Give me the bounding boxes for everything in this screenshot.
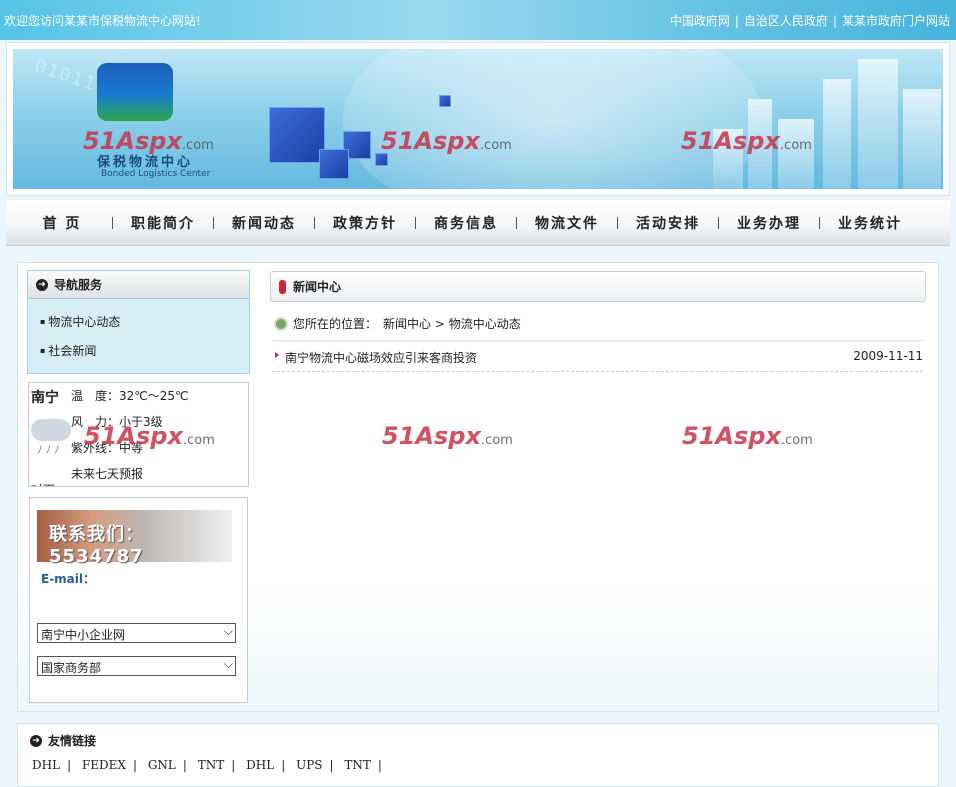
link-central-gov[interactable]: 中国政府网 xyxy=(670,14,730,28)
watermark: 51Aspx.com xyxy=(681,127,812,155)
breadcrumb-prefix: 您所在的位置： xyxy=(293,317,378,331)
weather-forecast-link[interactable]: 未来七天预报 xyxy=(71,465,143,482)
banner-frame: 0101101 保税物流中心 Bonded Logistics Center 5… xyxy=(6,42,950,196)
cube-decor xyxy=(269,107,325,163)
weather-city: 南宁 xyxy=(31,390,59,406)
friend-links-title: 友情链接 xyxy=(48,734,97,748)
weather-cut-text: 对下 xyxy=(31,481,55,486)
link-region-gov[interactable]: 自治区人民政府 xyxy=(744,14,828,28)
city-building xyxy=(858,59,898,189)
nav-item-news[interactable]: 新闻动态 xyxy=(222,213,323,233)
arrow-circle-icon: ➜ xyxy=(36,278,48,291)
friend-link-gnl[interactable]: GNL xyxy=(148,758,176,772)
news-center-header: 新闻中心 xyxy=(270,271,926,302)
news-date: 2009-11-11 xyxy=(853,349,923,363)
nav-item-logistics-files[interactable]: 物流文件 xyxy=(525,213,626,233)
sidebar-item-social-news[interactable]: 社会新闻 xyxy=(40,342,249,371)
friend-links-list: DHL | FEDEX | GNL | TNT | DHL | UPS | TNT | xyxy=(32,758,382,772)
logo-emblem-icon xyxy=(97,63,173,121)
arrow-circle-icon: ➜ xyxy=(30,734,42,747)
sidebar-header: ➜ 导航服务 xyxy=(28,271,249,299)
watermark: 51Aspx.com xyxy=(682,422,813,450)
friend-link-dhl-2[interactable]: DHL xyxy=(246,758,274,772)
email-label: E-mail： xyxy=(41,572,96,586)
cube-decor xyxy=(319,149,349,179)
friend-links-header: ➜ 友情链接 xyxy=(30,732,96,749)
nav-item-home[interactable]: 首 页 xyxy=(20,213,121,233)
watermark: 51Aspx.com xyxy=(381,127,512,155)
nav-item-statistics[interactable]: 业务统计 xyxy=(828,213,912,233)
top-links: 中国政府网 | 自治区人民政府 | 某某市政府门户网站 xyxy=(669,14,950,28)
logo-english: Bonded Logistics Center xyxy=(101,169,211,179)
sidebar-title: 导航服务 xyxy=(54,278,103,292)
sidebar-nav: ➜ 导航服务 物流中心动态 社会新闻 xyxy=(27,270,250,374)
contact-banner: 联系我们：5534787 xyxy=(37,510,232,567)
breadcrumb-path[interactable]: 新闻中心 > 物流中心动态 xyxy=(383,315,521,332)
city-building xyxy=(903,89,941,189)
breadcrumb: 您所在的位置： 新闻中心 > 物流中心动态 xyxy=(274,315,521,332)
chevron-down-icon: ⌵ xyxy=(223,657,233,671)
weather-temp: 温 度：32℃～25℃ xyxy=(71,389,189,403)
nav-item-policy[interactable]: 政策方针 xyxy=(323,213,424,233)
friend-link-tnt[interactable]: TNT xyxy=(198,758,225,772)
nav-item-business-info[interactable]: 商务信息 xyxy=(424,213,525,233)
friend-links: ➜ 友情链接 DHL | FEDEX | GNL | TNT | DHL | UPS | T… xyxy=(17,723,939,787)
watermark: 51Aspx.com xyxy=(84,422,215,450)
welcome-text: 欢迎您访问某某市保税物流中心网站! xyxy=(4,14,201,28)
watermark: 51Aspx.com xyxy=(382,422,513,450)
nav-item-services[interactable]: 业务办理 xyxy=(727,213,828,233)
rain-cloud-icon xyxy=(31,419,71,441)
bullet-triangle-icon xyxy=(275,352,279,358)
news-marker-icon xyxy=(279,279,286,294)
contact-box: 联系我们：5534787 E-mail： 南宁中小企业网 ⌵ 国家商务部 ⌵ xyxy=(29,497,248,703)
city-building xyxy=(823,79,851,189)
link-select-commerce[interactable]: 国家商务部 ⌵ xyxy=(37,656,236,676)
banner: 0101101 保税物流中心 Bonded Logistics Center 5… xyxy=(13,49,943,189)
nav-item-events[interactable]: 活动安排 xyxy=(626,213,727,233)
watermark: 51Aspx.com xyxy=(83,127,214,155)
chevron-down-icon: ⌵ xyxy=(223,624,233,638)
nav-item-functions[interactable]: 职能简介 xyxy=(121,213,222,233)
news-center-title: 新闻中心 xyxy=(293,280,342,294)
friend-link-tnt-2[interactable]: TNT xyxy=(344,758,371,772)
friend-link-ups[interactable]: UPS xyxy=(296,758,322,772)
rain-drops-icon: ﾉﾉﾉ xyxy=(37,443,63,456)
location-icon xyxy=(274,316,288,331)
main-nav: 首 页 职能简介 新闻动态 政策方针 商务信息 物流文件 活动安排 业务办理 业… xyxy=(6,200,950,246)
cube-decor xyxy=(439,95,451,107)
friend-link-dhl[interactable]: DHL xyxy=(32,758,60,772)
sidebar-item-center-news[interactable]: 物流中心动态 xyxy=(40,313,249,342)
link-select-sme[interactable]: 南宁中小企业网 ⌵ xyxy=(37,623,236,643)
list-item[interactable]: 南宁物流中心磁场效应引来客商投资 2009-11-11 xyxy=(272,341,923,372)
news-list: 南宁物流中心磁场效应引来客商投资 2009-11-11 xyxy=(272,340,923,372)
news-title[interactable]: 南宁物流中心磁场效应引来客商投资 xyxy=(285,349,477,366)
link-city-portal[interactable]: 某某市政府门户网站 xyxy=(842,14,950,28)
top-bar: 欢迎您访问某某市保税物流中心网站! 中国政府网 | 自治区人民政府 | 某某市政府门户网… xyxy=(0,0,956,40)
friend-link-fedex[interactable]: FEDEX xyxy=(82,758,126,772)
